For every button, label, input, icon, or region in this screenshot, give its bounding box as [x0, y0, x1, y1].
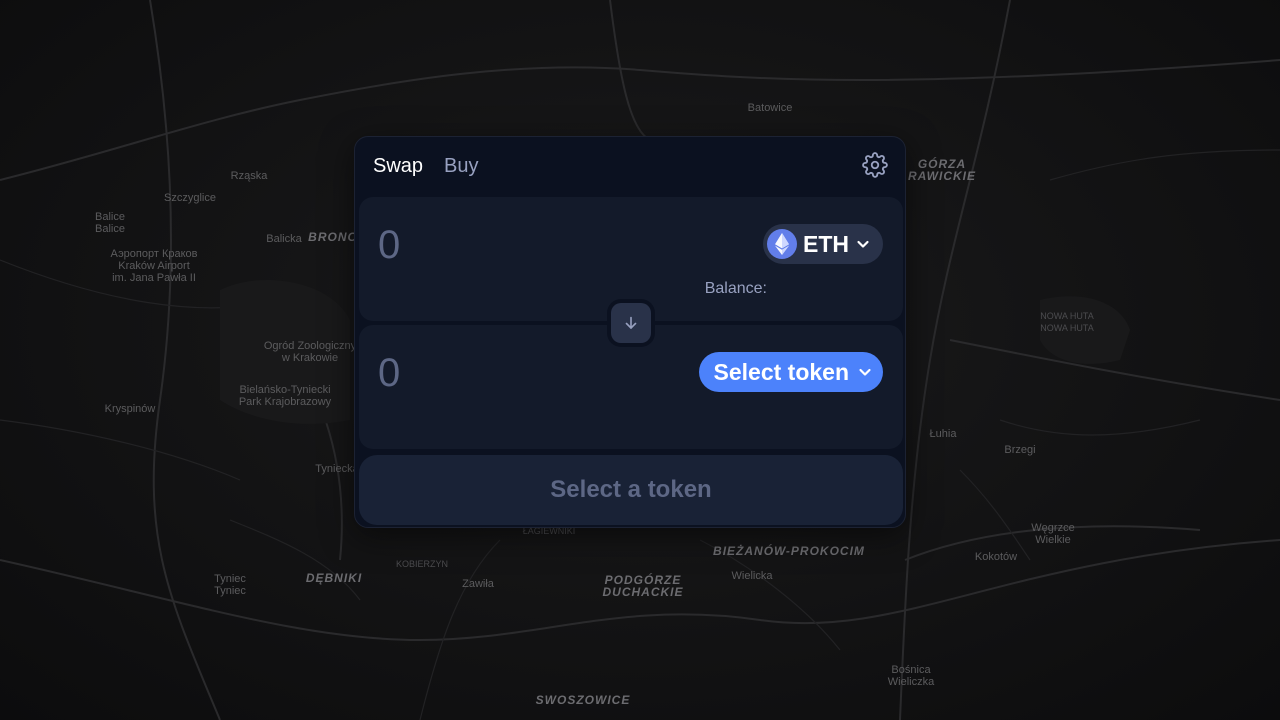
- output-amount-field[interactable]: 0: [378, 351, 400, 395]
- map-label-airport: Аэропорт Краков Kraków Airport im. Jana …: [110, 248, 198, 284]
- chevron-down-icon: [855, 236, 871, 252]
- map-label-podgorze: PODGÓRZE DUCHACKIE: [602, 573, 684, 599]
- chevron-down-icon: [857, 364, 873, 380]
- input-amount-field[interactable]: 0: [378, 223, 400, 267]
- tab-swap[interactable]: Swap: [373, 153, 423, 179]
- map-label-batowice: Batowice: [747, 102, 793, 114]
- map-label-gorza: GÓRZA RAWICKIE: [908, 157, 976, 183]
- input-token-symbol: ETH: [803, 231, 849, 257]
- map-label-bronowice: BRONO: [308, 230, 358, 244]
- map-label-kokotow: Kokotów: [974, 551, 1018, 563]
- map-label-biezanow: BIEŻANÓW-PROKOCIM: [713, 544, 865, 558]
- map-label-debniki: DĘBNIKI: [305, 571, 363, 585]
- map-label-bosnica: Bośnica Wieliczka: [887, 664, 935, 688]
- map-label-nowahuta: NOWA HUTA NOWA HUTA: [1040, 311, 1094, 333]
- tab-buy[interactable]: Buy: [444, 153, 478, 179]
- map-label-bielansko: Bielańsko-Tyniecki Park Krajobrazowy: [238, 384, 332, 408]
- map-label-tyniecka: Tyniecka: [315, 463, 359, 475]
- map-label-brzegi: Brzegi: [1004, 444, 1036, 456]
- map-label-wegrzce: Węgrzce Wielkie: [1031, 522, 1075, 546]
- map-label-balice: Balice Balice: [95, 211, 125, 235]
- map-label-wielicka: Wielicka: [731, 570, 773, 582]
- select-a-token-button[interactable]: Select a token: [359, 455, 903, 525]
- map-label-luzhia: Łuhia: [929, 428, 957, 440]
- select-token-label: Select token: [713, 359, 850, 385]
- map-label-zoo: Ogród Zoologiczny w Krakowie: [263, 340, 357, 364]
- switch-direction-wrapper: [607, 299, 655, 347]
- input-token-selector[interactable]: ETH: [763, 224, 883, 264]
- map-label-szczyglice: Szczyglice: [164, 192, 216, 204]
- ethereum-diamond-icon: [775, 233, 789, 255]
- balance-label: Balance:: [704, 280, 767, 297]
- settings-button[interactable]: [861, 151, 889, 179]
- map-label-kryspinow: Kryspinów: [104, 403, 156, 415]
- map-label-swoszowice: SWOSZOWICE: [535, 693, 631, 707]
- widget-tabs: Swap Buy: [373, 153, 479, 179]
- map-label-tyniec: Tyniec Tyniec: [214, 573, 246, 597]
- eth-logo-icon: [767, 229, 797, 259]
- select-token-button[interactable]: Select token: [698, 352, 883, 392]
- swap-widget: Swap Buy 0 ETH Balance: 0 Select token S…: [354, 136, 906, 528]
- arrow-down-icon: [625, 316, 637, 329]
- map-label-zawila: Zawiła: [462, 578, 494, 590]
- gear-icon: [862, 152, 888, 178]
- map-label-rzaska: Rząska: [230, 170, 268, 182]
- switch-direction-button[interactable]: [611, 303, 651, 343]
- map-label-balicka: Balicka: [266, 233, 302, 245]
- map-label-kobierzyn: KOBIERZYN: [395, 559, 449, 569]
